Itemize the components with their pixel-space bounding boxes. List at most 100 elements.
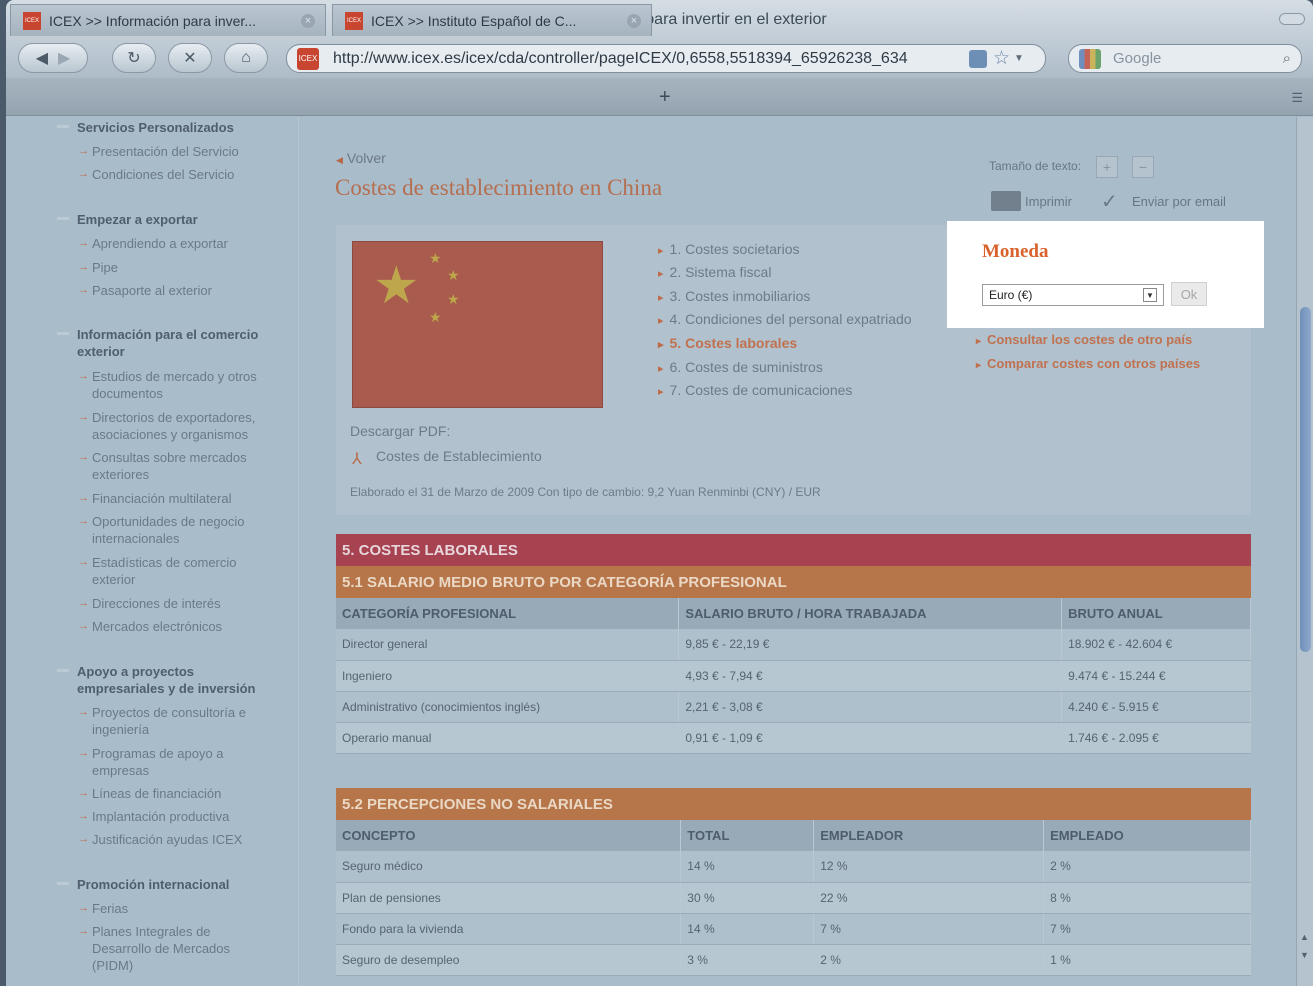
url-text[interactable]: http://www.icex.es/icex/cda/controller/p…	[333, 50, 963, 68]
flag-large-star-icon: ★	[373, 257, 420, 315]
sidebar-divider	[298, 117, 299, 986]
email-link[interactable]: Enviar por email	[1132, 194, 1226, 209]
text-size-decrease-button[interactable]: −	[1132, 156, 1154, 178]
reload-button[interactable]: ↻	[112, 43, 156, 73]
sidebar-item[interactable]: Estudios de mercado y otros documentos	[78, 368, 278, 402]
search-bar[interactable]: Google ⌕	[1068, 44, 1302, 73]
sidebar-item[interactable]: Implantación productiva	[78, 808, 278, 825]
stop-button[interactable]: ✕	[168, 43, 212, 73]
sidebar-item[interactable]: Condiciones del Servicio	[78, 166, 278, 183]
table-cell: Plan de pensiones	[336, 882, 682, 914]
table-cell: Ingeniero	[336, 660, 680, 692]
column-header: BRUTO ANUAL	[1061, 598, 1251, 629]
column-header: SALARIO BRUTO / HORA TRABAJADA	[678, 598, 1063, 629]
sidebar-item[interactable]: Consultas sobre mercados exteriores	[78, 449, 278, 483]
sidebar-item[interactable]: Direcciones de interés	[78, 595, 278, 612]
table-cell: 2 %	[1043, 851, 1251, 883]
back-arrow-icon[interactable]: ◀	[36, 48, 48, 68]
search-input[interactable]: Google	[1113, 50, 1161, 67]
tab-close-icon[interactable]: ×	[301, 13, 315, 28]
sidebar-item[interactable]: Directorios de exportadores, asociacione…	[78, 409, 278, 443]
vertical-scrollbar[interactable]: ▲ ▼	[1296, 117, 1313, 986]
pdf-download-link[interactable]: Costes de Establecimiento	[376, 448, 542, 464]
new-tab-button[interactable]: +	[659, 86, 671, 109]
toc-item[interactable]: 3. Costes inmobiliarios	[658, 288, 938, 304]
table-row: Plan de pensiones 30 % 22 % 8 %	[336, 882, 1251, 914]
sidebar-item[interactable]: Planes Integrales de Desarrollo de Merca…	[78, 923, 253, 974]
scroll-down-arrow-icon[interactable]: ▼	[1300, 950, 1309, 960]
toc-item[interactable]: 4. Condiciones del personal expatriado	[658, 311, 938, 327]
download-pdf-label: Descargar PDF:	[350, 423, 451, 439]
sidebar-item[interactable]: Financiación multilateral	[78, 490, 278, 507]
sidebar-item[interactable]: Pipe	[78, 259, 278, 276]
other-country-link[interactable]: Consultar los costes de otro país	[976, 332, 1192, 347]
back-forward-buttons[interactable]: ◀ ▶	[18, 43, 88, 73]
toc-item[interactable]: 6. Costes de suministros	[658, 359, 938, 375]
scrollbar-thumb[interactable]	[1300, 307, 1311, 652]
table-cell: 18.902 € - 42.604 €	[1061, 629, 1251, 661]
history-dropdown-icon[interactable]: ▼	[1014, 53, 1024, 64]
text-size-increase-button[interactable]: +	[1096, 156, 1118, 178]
flag-star-icon: ★	[429, 309, 442, 325]
table-row: Fondo para la vivienda 14 % 7 % 7 %	[336, 913, 1251, 945]
pdf-icon[interactable]: ⅄	[352, 449, 362, 469]
tab-icex-invertir[interactable]: ICEX ICEX >> Información para inver... ×	[10, 4, 326, 36]
sidebar-item[interactable]: Mercados electrónicos	[78, 618, 278, 635]
sidebar-item[interactable]: Ferias	[78, 900, 278, 917]
table-cell: 2 %	[813, 944, 1045, 976]
search-icon[interactable]: ⌕	[1283, 50, 1291, 67]
column-header: TOTAL	[680, 820, 815, 851]
sidebar-item[interactable]: Líneas de financiación	[78, 785, 278, 802]
sidebar-item[interactable]: Estadísticas de comercio exterior	[78, 554, 278, 588]
column-header: EMPLEADOR	[813, 820, 1045, 851]
toc-item-active[interactable]: 5. Costes laborales	[658, 335, 938, 351]
sidebar-section-promocion[interactable]: Promoción internacional	[57, 876, 287, 893]
forward-arrow-icon[interactable]: ▶	[58, 48, 70, 68]
bookmark-star-icon[interactable]: ☆	[993, 47, 1010, 70]
scroll-up-arrow-icon[interactable]: ▲	[1300, 932, 1309, 942]
section-heading: 5. COSTES LABORALES	[336, 534, 1251, 566]
sidebar-item[interactable]: Programas de apoyo a empresas	[78, 745, 278, 779]
sidebar-item[interactable]: Aprendiendo a exportar	[78, 235, 278, 252]
column-header: EMPLEADO	[1043, 820, 1251, 851]
table-header-row: CATEGORÍA PROFESIONAL SALARIO BRUTO / HO…	[336, 598, 1251, 629]
print-link[interactable]: Imprimir	[1025, 194, 1072, 209]
email-check-icon[interactable]: ✓	[1101, 189, 1118, 214]
currency-selected-value: Euro (€)	[989, 288, 1033, 302]
currency-select[interactable]: Euro (€) ▼	[982, 284, 1164, 306]
chevron-down-icon[interactable]: ▼	[1143, 288, 1157, 302]
tab-list-menu-icon[interactable]: ☰	[1291, 90, 1303, 106]
search-engine-icon[interactable]	[1079, 48, 1101, 69]
compare-countries-link[interactable]: Comparar costes con otros países	[976, 356, 1200, 371]
sidebar-section-informacion[interactable]: Información para el comercio exterior	[57, 326, 277, 360]
tab-close-icon[interactable]: ×	[627, 13, 641, 28]
table-cell: 3 %	[680, 944, 815, 976]
tab-icex-instituto[interactable]: ICEX ICEX >> Instituto Español de C... ×	[332, 4, 652, 36]
sidebar-item[interactable]: Oportunidades de negocio internacionales	[78, 513, 278, 547]
printer-icon[interactable]	[991, 191, 1021, 211]
sidebar-item[interactable]: Pasaporte al exterior	[78, 282, 278, 299]
table-row: Seguro de desempleo 3 % 2 % 1 %	[336, 944, 1251, 976]
flag-star-icon: ★	[447, 267, 460, 283]
toolbar-toggle-button[interactable]	[1279, 13, 1305, 25]
tab-label: ICEX >> Información para inver...	[49, 12, 256, 29]
flag-star-icon: ★	[429, 250, 442, 266]
address-bar[interactable]: ICEX http://www.icex.es/icex/cda/control…	[286, 44, 1046, 73]
table-cell: Operario manual	[336, 722, 680, 754]
table-cell: 8 %	[1043, 882, 1251, 914]
column-header: CATEGORÍA PROFESIONAL	[336, 598, 680, 629]
home-button[interactable]: ⌂	[224, 43, 268, 73]
sidebar-item[interactable]: Presentación del Servicio	[78, 143, 278, 160]
toc-item[interactable]: 7. Costes de comunicaciones	[658, 382, 938, 398]
table2-heading: 5.2 PERCEPCIONES NO SALARIALES	[336, 788, 1251, 820]
toc-item[interactable]: 2. Sistema fiscal	[658, 264, 938, 280]
sidebar-section-apoyo[interactable]: Apoyo a proyectos empresariales y de inv…	[57, 663, 277, 697]
sidebar-section-servicios[interactable]: Servicios Personalizados	[57, 119, 287, 136]
currency-ok-button[interactable]: Ok	[1171, 282, 1207, 306]
rss-feed-icon[interactable]	[969, 49, 987, 68]
toc-item[interactable]: 1. Costes societarios	[658, 241, 938, 257]
sidebar-item[interactable]: Proyectos de consultoría e ingeniería	[78, 704, 278, 738]
sidebar-item[interactable]: Justificación ayudas ICEX	[78, 831, 278, 848]
sidebar-section-empezar[interactable]: Empezar a exportar	[57, 211, 287, 228]
back-link[interactable]: ◀ Volver	[336, 150, 386, 166]
